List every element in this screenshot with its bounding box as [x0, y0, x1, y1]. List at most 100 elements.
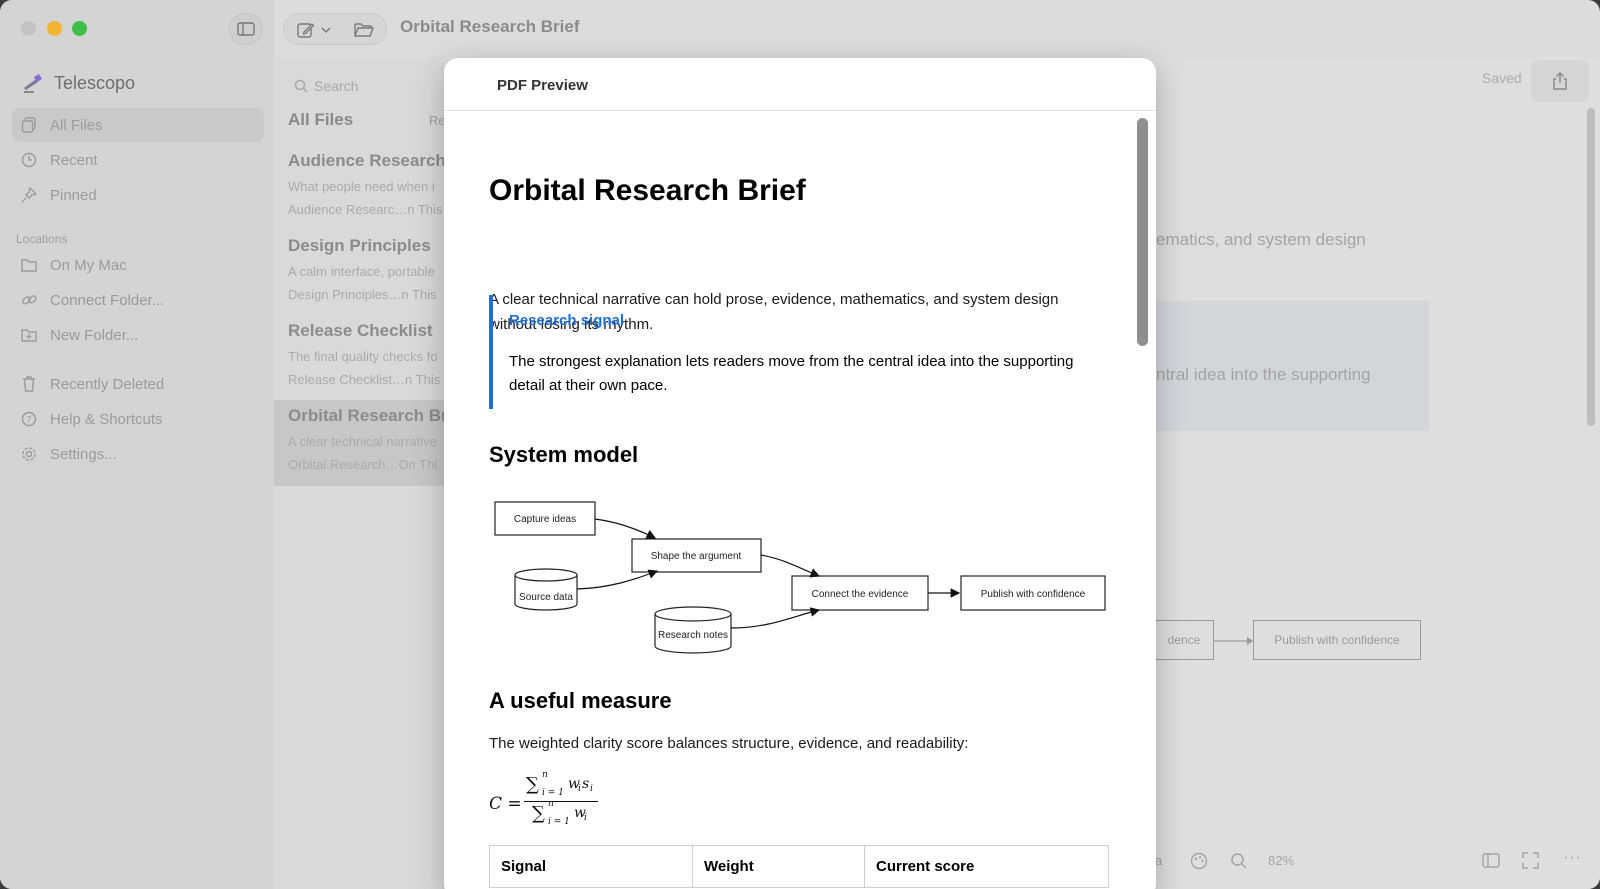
- sidebar-item-recent[interactable]: Recent: [12, 143, 264, 177]
- chevron-down-icon[interactable]: [321, 26, 331, 34]
- editor-diagram-arrow: [1214, 637, 1253, 645]
- zoom-icon[interactable]: [1230, 852, 1248, 870]
- formula-sup: n: [542, 770, 548, 780]
- close-window-button[interactable]: [21, 21, 36, 36]
- list-item[interactable]: Audience Research What people need when …: [274, 145, 444, 231]
- minimize-window-button[interactable]: [47, 21, 62, 36]
- sidebar-toggle-button[interactable]: [229, 13, 263, 45]
- table-header: Signal: [489, 845, 693, 888]
- system-model-diagram: Capture ideas Shape the argument Source …: [494, 501, 1106, 654]
- telescope-icon: [24, 73, 43, 93]
- note-list: Search All Files Re Audience Research Wh…: [274, 58, 446, 889]
- sum-symbol: ∑: [526, 774, 539, 795]
- sidebar-item-on-my-mac[interactable]: On My Mac: [12, 248, 264, 282]
- compose-icon[interactable]: [297, 21, 315, 39]
- note-preview: The final quality checks fo: [288, 349, 438, 364]
- search-icon: [294, 79, 308, 93]
- formula-w-sub: i: [578, 784, 581, 794]
- fullscreen-icon[interactable]: [1522, 852, 1539, 869]
- window-title: Orbital Research Brief: [400, 17, 580, 36]
- more-icon[interactable]: ···: [1563, 849, 1582, 867]
- folder-plus-icon: [20, 326, 38, 344]
- note-title: Audience Research: [288, 151, 444, 170]
- sidebar-item-label: On My Mac: [50, 256, 127, 274]
- formula-s: s: [582, 776, 590, 792]
- sidebar-item-label: Recently Deleted: [50, 375, 165, 393]
- sidebar-item-help[interactable]: ? Help & Shortcuts: [12, 402, 264, 436]
- note-meta: Release Checklist…n This: [288, 372, 441, 387]
- note-meta: Design Principles…n This: [288, 287, 437, 302]
- share-icon: [1553, 72, 1567, 90]
- trash-icon: [20, 375, 38, 393]
- diagram-label: Capture ideas: [514, 514, 576, 525]
- sidebar-item-label: Settings...: [50, 445, 117, 463]
- palette-icon[interactable]: [1190, 852, 1208, 870]
- svg-text:?: ?: [27, 416, 32, 426]
- save-status: Saved: [1482, 70, 1522, 86]
- formula-sub: i = 1: [548, 817, 570, 827]
- list-item-selected[interactable]: Orbital Research Bri A clear technical n…: [274, 400, 444, 486]
- sidebar-item-connect-folder[interactable]: Connect Folder...: [12, 283, 264, 317]
- zoom-window-button[interactable]: [72, 21, 87, 36]
- pdf-section-heading: A useful measure: [489, 688, 672, 713]
- pdf-callout: Research signal The strongest explanatio…: [489, 295, 1099, 409]
- toolbar-group: [283, 13, 387, 45]
- sidebar-item-recently-deleted[interactable]: Recently Deleted: [12, 367, 264, 401]
- pdf-paragraph: The weighted clarity score balances stru…: [489, 735, 969, 752]
- app-brand: Telescopo: [20, 70, 135, 96]
- diagram-label: Shape the argument: [651, 551, 742, 562]
- note-preview: What people need when i: [288, 179, 435, 194]
- link-icon: [20, 291, 38, 309]
- sidebar-item-new-folder[interactable]: New Folder...: [12, 318, 264, 352]
- zoom-level[interactable]: 82%: [1268, 853, 1294, 868]
- editor-diagram-node: Publish with confidence: [1253, 620, 1421, 660]
- pdf-document-title: Orbital Research Brief: [489, 174, 806, 207]
- app-window: Telescopo All Files Recent Pinned Locati…: [0, 0, 1600, 889]
- sidebar-item-label: Recent: [50, 151, 98, 169]
- note-meta: Orbital Research…On Thi: [288, 457, 438, 472]
- note-title: Design Principles: [288, 236, 431, 255]
- sidebar-item-label: Pinned: [50, 186, 97, 204]
- diagram-label: Source data: [519, 592, 573, 603]
- fraction-bar: [524, 801, 598, 802]
- callout-title: Research signal: [509, 312, 625, 329]
- formula-sub: i = 1: [542, 788, 564, 798]
- search-input[interactable]: Search: [286, 70, 436, 102]
- callout-body: The strongest explanation lets readers m…: [509, 353, 1074, 394]
- diagram-label: Connect the evidence: [812, 589, 909, 600]
- note-preview: A clear technical narrative: [288, 434, 437, 449]
- score-table: Signal Weight Current score: [489, 845, 1109, 888]
- sidebar-item-label: All Files: [50, 116, 103, 134]
- sum-symbol: ∑: [532, 803, 545, 824]
- locations-section-label: Locations: [16, 232, 68, 246]
- layout-icon[interactable]: [1482, 853, 1500, 868]
- pdf-scrollbar[interactable]: [1137, 118, 1148, 346]
- share-button[interactable]: [1531, 60, 1589, 102]
- sidebar-item-label: Connect Folder...: [50, 291, 165, 309]
- formula-fraction: ∑ n i = 1 w i s i ∑ n i = 1 w i: [524, 770, 600, 832]
- editor-text: ematics, and system design: [1156, 230, 1366, 249]
- sidebar-item-all-files[interactable]: All Files: [12, 108, 264, 142]
- table-header-row: Signal Weight Current score: [489, 845, 1109, 888]
- diagram-edge: [730, 607, 821, 629]
- folder-open-icon[interactable]: [354, 22, 374, 38]
- help-icon: ?: [20, 410, 38, 428]
- formula-sup: n: [548, 799, 554, 809]
- sidebar-item-pinned[interactable]: Pinned: [12, 178, 264, 212]
- editor-bottom-bar: a 82% ···: [1155, 846, 1600, 876]
- diagram-node-source: [514, 568, 578, 611]
- formula-lhs: C =: [489, 794, 522, 814]
- editor-diagram-node: dence: [1155, 620, 1214, 660]
- editor-scrollbar[interactable]: [1587, 108, 1595, 426]
- formula-w-sub: i: [584, 813, 587, 823]
- table-header: Weight: [692, 845, 865, 888]
- diagram-edge: [594, 518, 657, 539]
- diagram-label: Publish with confidence: [981, 589, 1086, 600]
- pdf-preview-dialog: PDF Preview Orbital Research Brief A cle…: [444, 58, 1156, 889]
- list-heading: All Files: [288, 110, 354, 129]
- clock-icon: [20, 151, 38, 169]
- note-title: Orbital Research Bri: [288, 406, 444, 425]
- list-item[interactable]: Release Checklist The final quality chec…: [274, 315, 444, 401]
- sidebar-item-settings[interactable]: Settings...: [12, 437, 264, 471]
- list-item[interactable]: Design Principles A calm interface, port…: [274, 230, 444, 316]
